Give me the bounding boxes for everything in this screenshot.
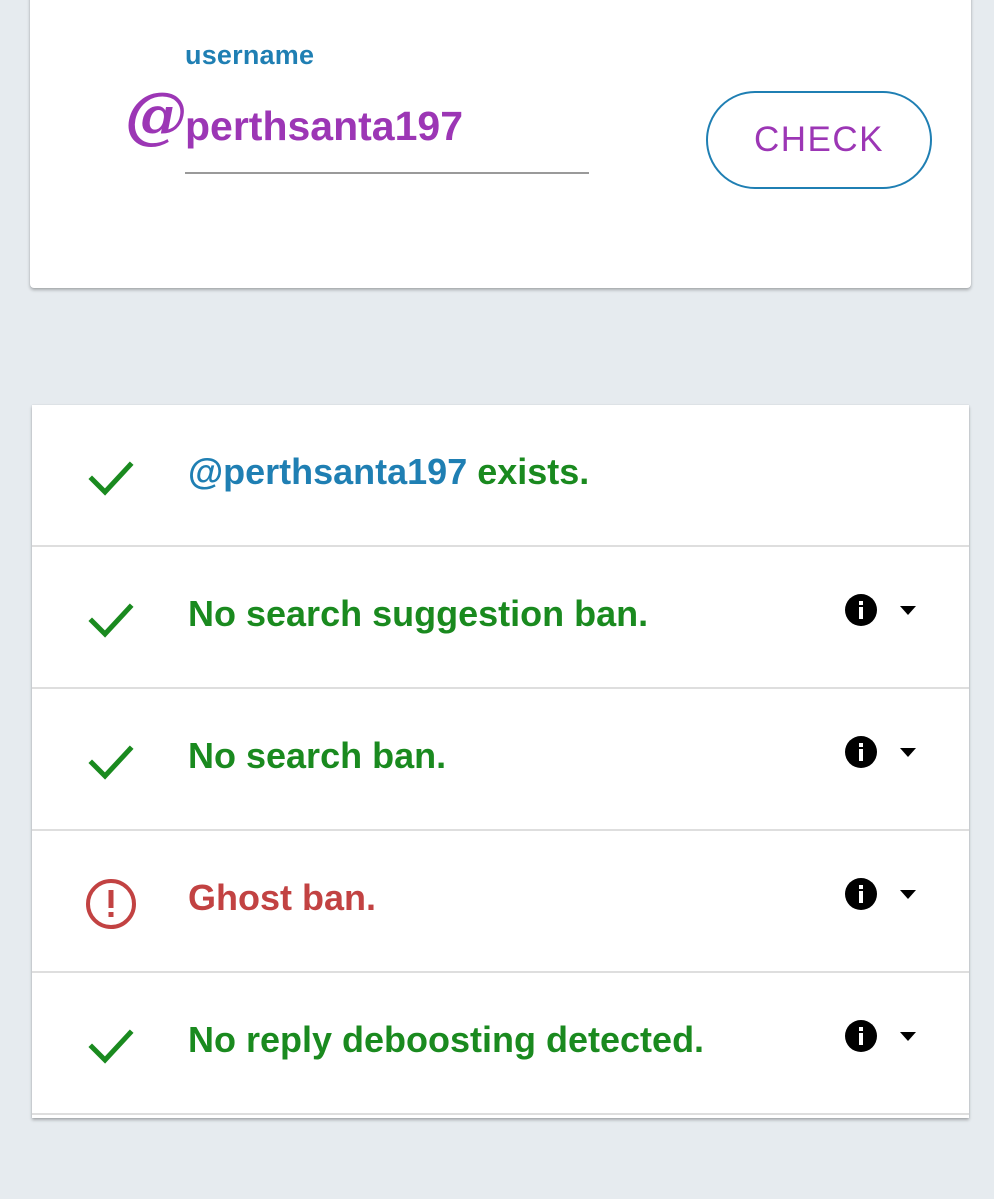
result-label: Ghost ban. [188,877,376,918]
result-row-ghost-ban: Ghost ban. [32,831,969,973]
result-label: No search suggestion ban. [188,593,649,634]
info-icon[interactable] [844,877,878,911]
result-row-search-ban: No search ban. [32,689,969,831]
result-row-reply-deboosting: No reply deboosting detected. [32,973,969,1115]
exists-suffix: exists. [467,451,590,492]
caret-down-icon[interactable] [899,1031,917,1043]
caret-down-icon[interactable] [899,605,917,617]
check-icon [88,1029,134,1064]
search-card: @ username CHECK [30,0,971,288]
caret-down-icon[interactable] [899,747,917,759]
username-input[interactable] [185,98,589,174]
username-label: username [185,40,315,70]
check-icon [88,461,134,496]
at-sign-icon: @ [125,78,187,151]
alert-circle-icon [86,879,136,929]
result-label: No reply deboosting detected. [188,1019,705,1060]
result-row-exists: @perthsanta197 exists. [32,405,969,547]
results-card: @perthsanta197 exists. No search suggest… [32,405,969,1118]
check-icon [88,603,134,638]
caret-down-icon[interactable] [899,889,917,901]
info-icon[interactable] [844,593,878,627]
check-icon [88,745,134,780]
check-button[interactable]: CHECK [706,91,932,189]
info-icon[interactable] [844,735,878,769]
info-icon[interactable] [844,1019,878,1053]
result-label: No search ban. [188,735,447,776]
username-handle: @perthsanta197 [188,451,468,492]
result-text-exists: @perthsanta197 exists. [188,451,589,493]
result-row-search-suggestion-ban: No search suggestion ban. [32,547,969,689]
